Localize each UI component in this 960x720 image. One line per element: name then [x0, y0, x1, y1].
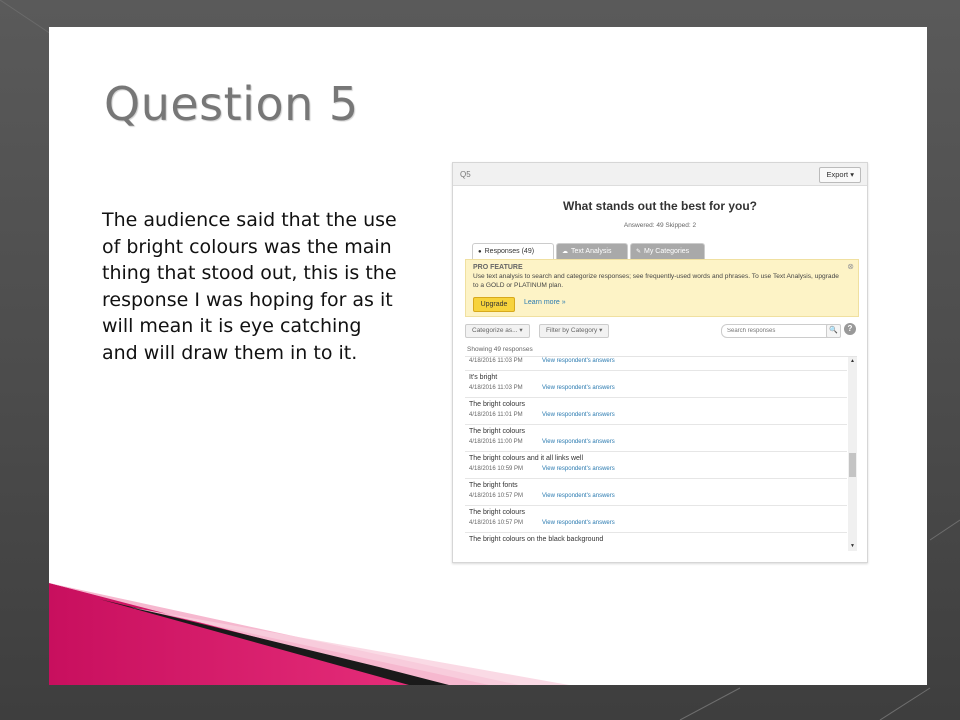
list-item: It's bright 4/18/2016 11:03 PM View resp…	[465, 370, 847, 398]
view-answers-link[interactable]: View respondent's answers	[542, 466, 615, 472]
panel-footer	[453, 552, 867, 562]
upgrade-button[interactable]: Upgrade	[473, 297, 515, 312]
tab-text-analysis[interactable]: ☁ Text Analysis	[556, 243, 628, 259]
panel-header: Q5 Export ▾	[453, 163, 867, 186]
response-text: It's bright	[469, 374, 498, 381]
view-answers-link[interactable]: View respondent's answers	[542, 385, 615, 391]
tab-label: My Categories	[644, 248, 690, 255]
response-time: 4/18/2016 11:00 PM	[469, 439, 523, 445]
view-answers-link[interactable]: View respondent's answers	[542, 412, 615, 418]
response-time: 4/18/2016 10:57 PM	[469, 493, 524, 499]
tab-label: Text Analysis	[571, 248, 612, 255]
view-answers-link[interactable]: View respondent's answers	[542, 358, 615, 364]
showing-count: Showing 49 responses	[467, 346, 533, 353]
filter-bar: Categorize as... ▾ Filter by Category ▾ …	[465, 322, 857, 340]
speech-bubble-icon: ●	[478, 249, 482, 255]
list-item: The bright colours on the black backgrou…	[465, 532, 847, 551]
response-text: The bright colours	[469, 428, 526, 435]
filter-category-dropdown[interactable]: Filter by Category ▾	[539, 324, 610, 338]
list-item: 4/18/2016 11:03 PM View respondent's ans…	[465, 357, 847, 371]
categorize-dropdown[interactable]: Categorize as... ▾	[465, 324, 530, 338]
response-time: 4/18/2016 10:59 PM	[469, 466, 524, 472]
slide: Question 5 The audience said that the us…	[49, 27, 927, 685]
search-responses-input[interactable]	[721, 324, 833, 338]
list-item: The bright colours 4/18/2016 11:00 PM Vi…	[465, 424, 847, 452]
response-list-scrollbar[interactable]: ▲ ▼	[848, 357, 857, 551]
response-text: The bright fonts	[469, 482, 518, 489]
response-time: 4/18/2016 10:57 PM	[469, 520, 524, 526]
response-time: 4/18/2016 11:03 PM	[469, 358, 523, 364]
cloud-icon: ☁	[562, 249, 568, 255]
response-text: The bright colours	[469, 401, 526, 408]
promo-text: Use text analysis to search and categori…	[473, 273, 839, 289]
promo-title: PRO FEATURE	[473, 264, 523, 271]
response-text: The bright colours	[469, 509, 526, 516]
export-button[interactable]: Export ▾	[819, 167, 861, 183]
close-icon[interactable]: ⊗	[847, 262, 854, 271]
view-answers-link[interactable]: View respondent's answers	[542, 520, 615, 526]
list-item: The bright colours 4/18/2016 11:01 PM Vi…	[465, 397, 847, 425]
slide-corner-decoration	[49, 583, 569, 685]
list-item: The bright colours 4/18/2016 10:57 PM Vi…	[465, 505, 847, 533]
tab-label: Responses (49)	[484, 248, 535, 255]
question-id: Q5	[460, 170, 471, 179]
scroll-down-icon[interactable]: ▼	[848, 542, 857, 551]
tab-my-categories[interactable]: ✎ My Categories	[630, 243, 705, 259]
view-answers-link[interactable]: View respondent's answers	[542, 439, 615, 445]
search-icon[interactable]: 🔍	[826, 324, 841, 338]
answer-stats: Answered: 49 Skipped: 2	[623, 222, 697, 229]
response-time: 4/18/2016 11:03 PM	[469, 385, 523, 391]
list-item: The bright colours and it all links well…	[465, 451, 847, 479]
help-icon[interactable]: ?	[844, 323, 856, 335]
list-item: The bright fonts 4/18/2016 10:57 PM View…	[465, 478, 847, 506]
slide-title: Question 5	[104, 77, 359, 131]
scrollbar-thumb[interactable]	[849, 453, 856, 477]
question-heading: What stands out the best for you?	[563, 199, 757, 213]
tag-icon: ✎	[636, 249, 642, 255]
slide-body-text: The audience said that the use of bright…	[102, 209, 397, 364]
response-text: The bright colours on the black backgrou…	[469, 536, 604, 543]
response-text: The bright colours and it all links well	[469, 455, 583, 462]
scroll-up-icon[interactable]: ▲	[848, 357, 857, 366]
learn-more-link[interactable]: Learn more »	[524, 299, 566, 306]
tab-responses[interactable]: ● Responses (49)	[472, 243, 554, 259]
pro-feature-banner: ⊗ PRO FEATURE Use text analysis to searc…	[465, 259, 859, 317]
response-time: 4/18/2016 11:01 PM	[469, 412, 523, 418]
view-answers-link[interactable]: View respondent's answers	[542, 493, 615, 499]
survey-response-panel: Q5 Export ▾ What stands out the best for…	[452, 162, 868, 563]
response-list: 4/18/2016 11:03 PM View respondent's ans…	[465, 356, 857, 551]
